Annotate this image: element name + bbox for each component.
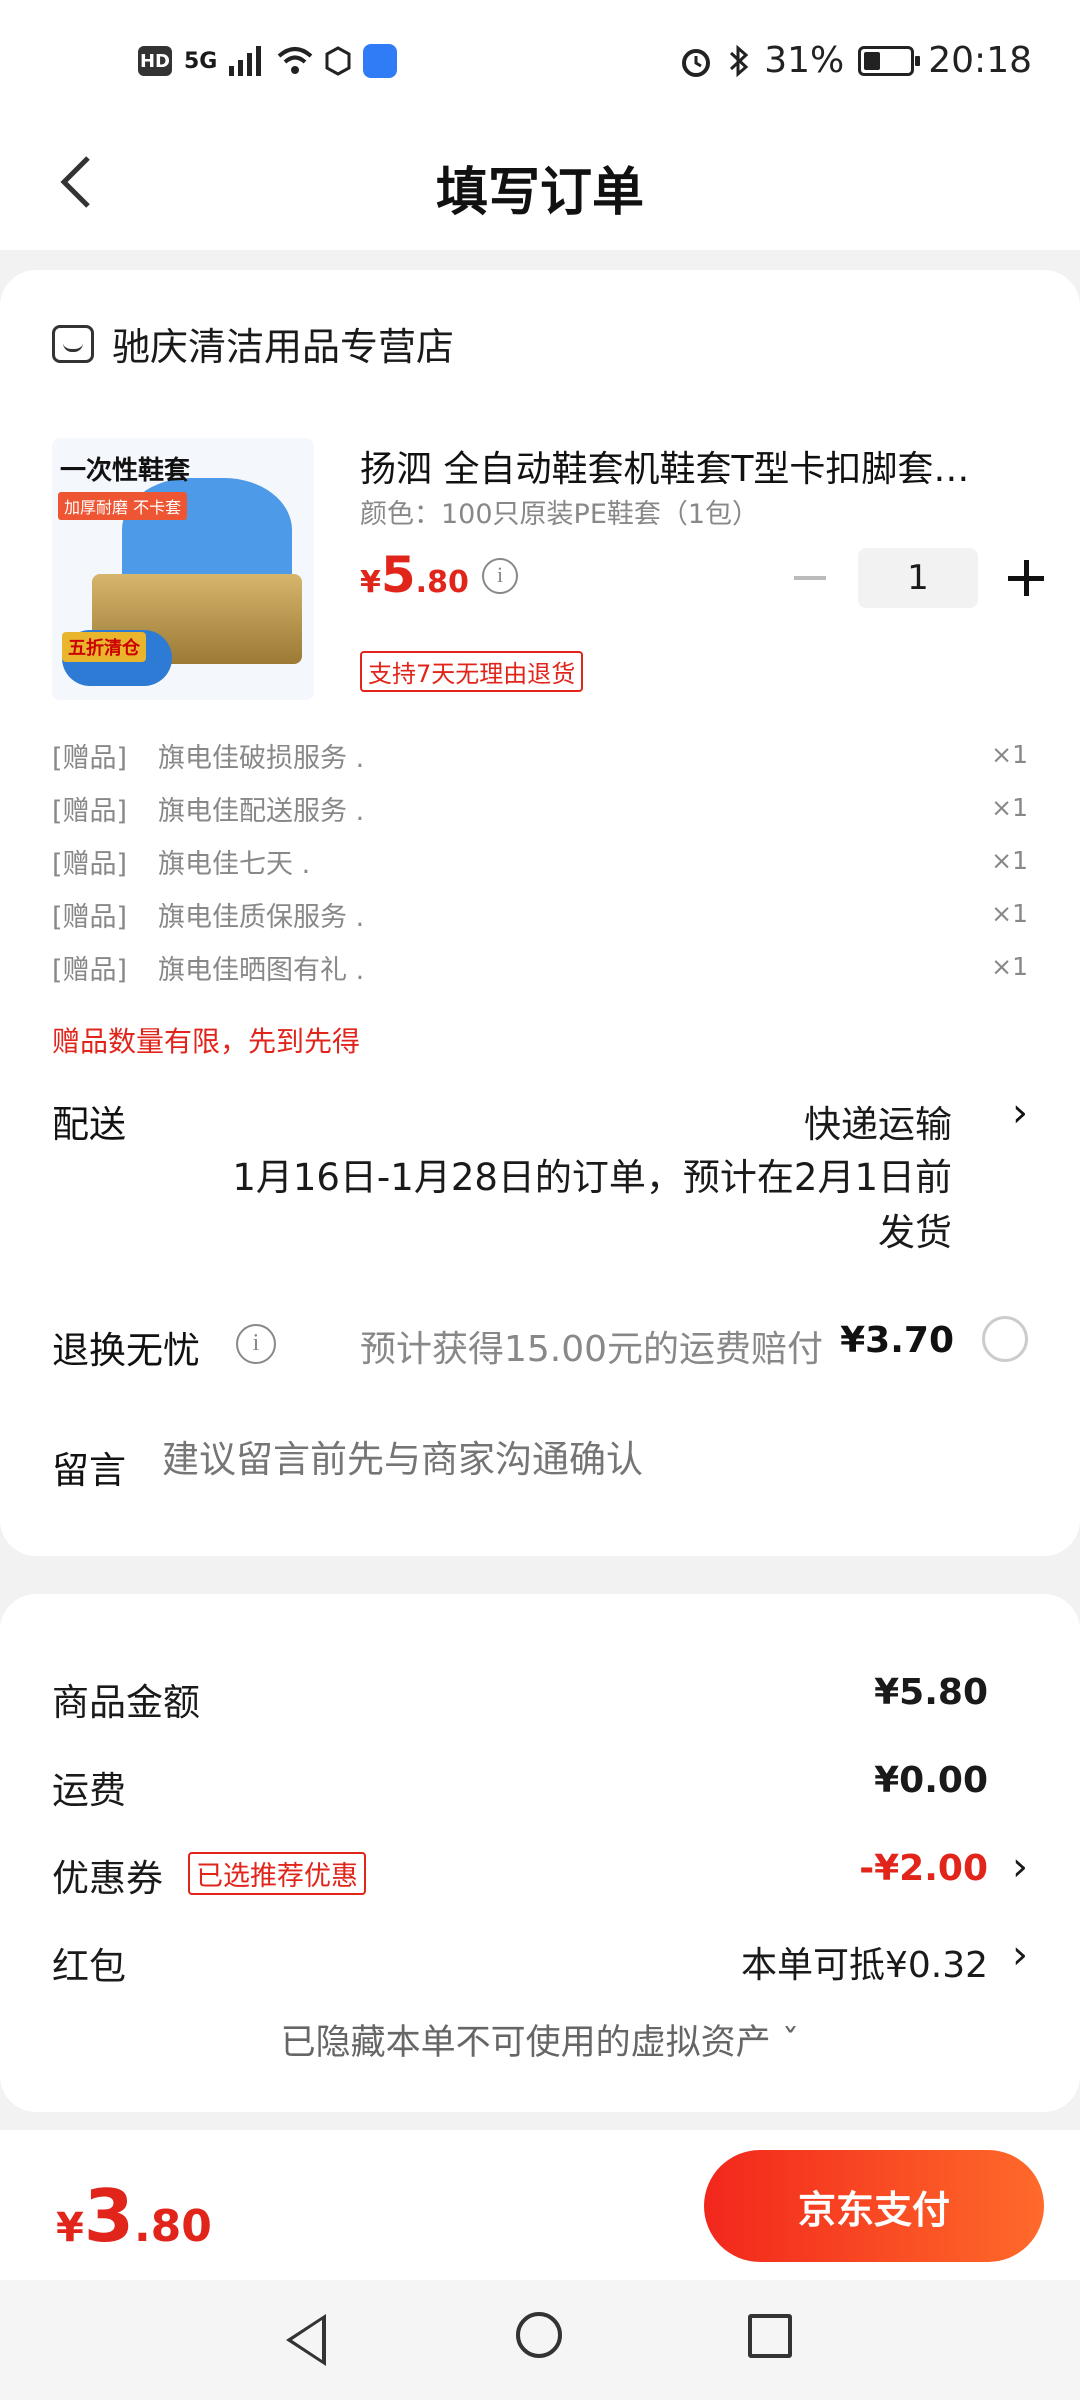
nav-recents-icon[interactable] xyxy=(748,2314,792,2358)
status-bar: HD 5G 31% 20:18 xyxy=(0,0,1080,130)
increase-button[interactable] xyxy=(1006,558,1046,598)
delivery-estimate: 1月16日-1月28日的订单，预计在2月1日前发货 xyxy=(232,1156,952,1254)
gift-limit-note: 赠品数量有限，先到先得 xyxy=(52,1025,361,1058)
coupon-label: 优惠券 xyxy=(52,1857,163,1900)
hidden-assets-toggle[interactable]: 已隐藏本单不可使用的虚拟资产 ˇ xyxy=(0,2014,1080,2065)
battery-percent: 31% xyxy=(764,40,845,81)
summary-card: 商品金额 ¥5.80 运费 ¥0.00 优惠券 已选推荐优惠 -¥2.00 › … xyxy=(0,1594,1080,2112)
shipping-value: ¥0.00 xyxy=(874,1760,988,1801)
quantity-stepper: 1 xyxy=(790,548,1046,608)
worry-free-radio[interactable] xyxy=(982,1316,1028,1362)
gift-tag: [赠品] xyxy=(52,743,128,774)
delivery-method[interactable]: 快递运输 xyxy=(804,1094,952,1148)
gift-qty: ×1 xyxy=(991,846,1028,875)
store-icon xyxy=(52,324,94,363)
coupon-value: -¥2.00 xyxy=(859,1848,988,1889)
gift-name: 旗电佳晒图有礼 . xyxy=(158,955,365,986)
gift-tag: [赠品] xyxy=(52,796,128,827)
coupon-badge: 已选推荐优惠 xyxy=(188,1852,366,1895)
redpacket-value: 本单可抵¥0.32 xyxy=(740,1945,988,1986)
price-info-icon[interactable]: i xyxy=(482,558,518,594)
cloud-app-icon xyxy=(363,44,398,78)
total-price: ¥3.80 xyxy=(56,2174,212,2258)
page-title: 填写订单 xyxy=(435,163,644,223)
gift-tag: [赠品] xyxy=(52,902,128,933)
status-right: 31% 20:18 xyxy=(678,40,1032,81)
system-nav-bar xyxy=(0,2280,1080,2400)
redpacket-label: 红包 xyxy=(52,1945,126,1988)
worry-free-label: 退换无忧 xyxy=(52,1329,200,1372)
gift-item: [赠品] 旗电佳质保服务 . ×1 xyxy=(52,889,1028,942)
gift-name: 旗电佳质保服务 . xyxy=(158,902,365,933)
price-currency: ¥ xyxy=(360,565,381,600)
total-currency: ¥ xyxy=(56,2205,84,2251)
gift-name: 旗电佳配送服务 . xyxy=(158,796,365,827)
battery-icon xyxy=(858,45,921,76)
gift-item: [赠品] 旗电佳配送服务 . ×1 xyxy=(52,783,1028,836)
page-header: 填写订单 xyxy=(0,130,1080,250)
gift-tag: [赠品] xyxy=(52,955,128,986)
gift-tag: [赠品] xyxy=(52,849,128,880)
worry-free-price: ¥3.70 xyxy=(840,1320,954,1361)
signal-bars-icon xyxy=(229,46,262,76)
price-integer: 5 xyxy=(380,546,416,604)
hd-icon: HD xyxy=(138,46,172,76)
shipping-row: 运费 ¥0.00 xyxy=(52,1760,1028,1820)
total-integer: 3 xyxy=(83,2174,134,2258)
gift-list: [赠品] 旗电佳破损服务 . ×1 [赠品] 旗电佳配送服务 . ×1 [赠品]… xyxy=(52,730,1028,995)
nfc-icon xyxy=(325,46,351,76)
goods-amount-value: ¥5.80 xyxy=(874,1672,988,1713)
gift-qty: ×1 xyxy=(991,899,1028,928)
gift-qty: ×1 xyxy=(991,740,1028,769)
gift-qty: ×1 xyxy=(991,793,1028,822)
order-card: 驰庆清洁用品专营店 一次性鞋套 加厚耐磨 不卡套 五折清仓 扬泗 全自动鞋套机鞋… xyxy=(0,270,1080,1556)
coupon-row[interactable]: 优惠券 已选推荐优惠 -¥2.00 › xyxy=(52,1844,1028,1908)
delivery-chevron-icon[interactable]: › xyxy=(1012,1090,1028,1136)
worry-free-description: 预计获得15.00元的运费赔付 xyxy=(360,1329,824,1370)
message-input[interactable] xyxy=(162,1438,1022,1481)
goods-amount-label: 商品金额 xyxy=(52,1681,200,1724)
shipping-label: 运费 xyxy=(52,1769,126,1812)
store-name: 驰庆清洁用品专营店 xyxy=(112,325,455,369)
gift-qty: ×1 xyxy=(991,952,1028,981)
gift-item: [赠品] 旗电佳破损服务 . ×1 xyxy=(52,730,1028,783)
nav-home-icon[interactable] xyxy=(516,2312,562,2358)
signal-icon: 5G xyxy=(184,48,218,74)
return-policy-badge: 支持7天无理由退货 xyxy=(360,651,584,692)
status-left: HD 5G xyxy=(138,44,398,78)
bluetooth-icon xyxy=(730,44,749,77)
gift-name: 旗电佳七天 . xyxy=(158,849,311,880)
total-decimal: .80 xyxy=(133,2201,212,2252)
product-image[interactable]: 一次性鞋套 加厚耐磨 不卡套 五折清仓 xyxy=(52,438,314,700)
clock: 20:18 xyxy=(928,40,1032,81)
goods-amount-row: 商品金额 ¥5.80 xyxy=(52,1672,1028,1732)
gift-item: [赠品] 旗电佳七天 . ×1 xyxy=(52,836,1028,889)
coupon-chevron-icon[interactable]: › xyxy=(1012,1844,1028,1890)
image-caption: 一次性鞋套 xyxy=(60,456,191,486)
price-decimal: .80 xyxy=(415,565,469,600)
jd-pay-button[interactable]: 京东支付 xyxy=(704,2150,1044,2262)
quantity-value[interactable]: 1 xyxy=(858,548,978,608)
delivery-label: 配送 xyxy=(52,1103,126,1146)
store-row[interactable]: 驰庆清洁用品专营店 xyxy=(52,316,454,371)
redpacket-row[interactable]: 红包 本单可抵¥0.32 › xyxy=(52,1932,1028,1996)
image-badge: 五折清仓 xyxy=(62,632,146,662)
message-label: 留言 xyxy=(52,1449,126,1492)
product-title[interactable]: 扬泗 全自动鞋套机鞋套T型卡扣脚套… xyxy=(360,440,1040,492)
product-spec: 颜色：100只原装PE鞋套（1包） xyxy=(360,499,760,530)
pay-bar: ¥3.80 京东支付 xyxy=(0,2130,1080,2280)
decrease-button[interactable] xyxy=(790,558,830,598)
wifi-icon xyxy=(278,47,313,74)
worry-free-info-icon[interactable]: i xyxy=(236,1324,276,1364)
image-subcaption: 加厚耐磨 不卡套 xyxy=(58,492,188,520)
redpacket-chevron-icon[interactable]: › xyxy=(1012,1932,1028,1978)
product-price: ¥5.80 xyxy=(360,546,469,604)
alarm-icon xyxy=(682,48,711,77)
gift-item: [赠品] 旗电佳晒图有礼 . ×1 xyxy=(52,942,1028,995)
nav-back-icon[interactable] xyxy=(286,2314,326,2366)
gift-name: 旗电佳破损服务 . xyxy=(158,743,365,774)
